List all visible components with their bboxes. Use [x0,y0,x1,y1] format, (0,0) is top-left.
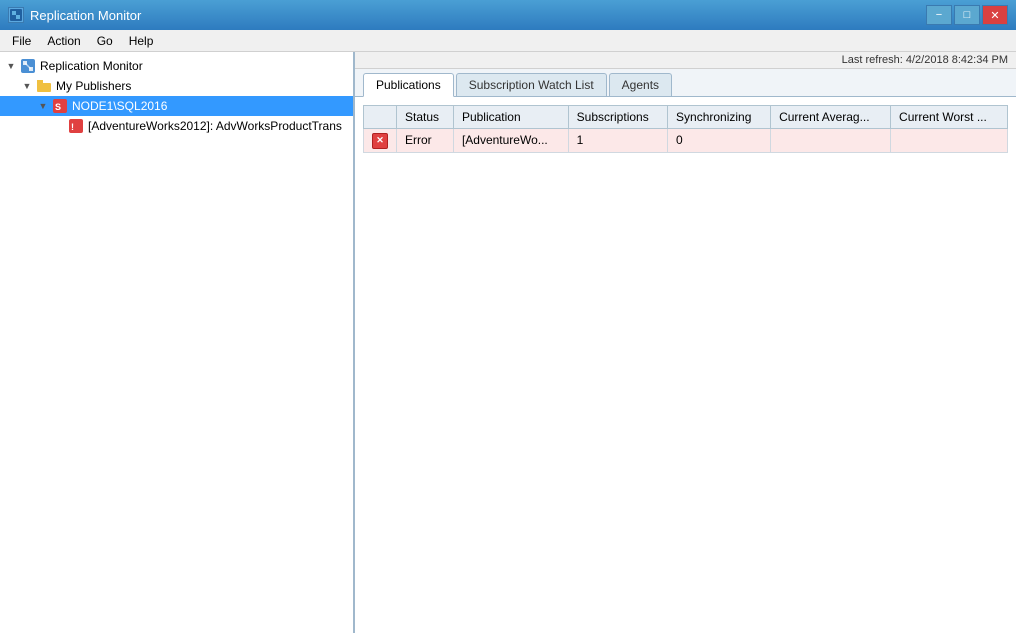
error-badge-icon: ✕ [372,133,388,149]
tree-node-publishers-label: My Publishers [56,79,131,93]
title-bar: Replication Monitor − □ ✕ [0,0,1016,30]
maximize-button[interactable]: □ [954,5,980,25]
expand-icon-publishers: ▼ [20,79,34,93]
col-header-current-average[interactable]: Current Averag... [771,106,891,129]
refresh-status: Last refresh: 4/2/2018 8:42:34 PM [355,52,1016,69]
close-button[interactable]: ✕ [982,5,1008,25]
minimize-button[interactable]: − [926,5,952,25]
publications-table-area: Status Publication Subscriptions Synchro… [355,97,1016,633]
row-publication: [AdventureWo... [453,129,568,153]
svg-text:!: ! [71,122,74,132]
tree-node-root[interactable]: ▼ Replication Monitor [0,56,353,76]
tabs-container: Publications Subscription Watch List Age… [355,69,1016,97]
menu-bar: File Action Go Help [0,30,1016,52]
svg-text:S: S [55,102,61,112]
col-header-status[interactable]: Status [397,106,454,129]
tree-node-server-label: NODE1\SQL2016 [72,99,167,113]
publications-table: Status Publication Subscriptions Synchro… [363,105,1008,153]
row-current-average [771,129,891,153]
expand-icon-root: ▼ [4,59,18,73]
tree-node-publication[interactable]: ! [AdventureWorks2012]: AdvWorksProductT… [0,116,353,136]
expand-icon-publication [52,119,66,133]
col-header-icon [364,106,397,129]
col-header-publication[interactable]: Publication [453,106,568,129]
col-header-current-worst[interactable]: Current Worst ... [891,106,1008,129]
tree-node-server[interactable]: ▼ S NODE1\SQL2016 [0,96,353,116]
menu-file[interactable]: File [4,32,39,50]
tab-publications[interactable]: Publications [363,73,454,97]
tree-node-publication-label: [AdventureWorks2012]: AdvWorksProductTra… [88,119,342,133]
publishers-icon [36,78,52,94]
col-header-subscriptions[interactable]: Subscriptions [568,106,667,129]
row-status: Error [397,129,454,153]
row-current-worst [891,129,1008,153]
main-container: ▼ Replication Monitor ▼ My Publisher [0,52,1016,633]
app-icon [8,7,24,23]
window-title: Replication Monitor [30,8,141,23]
tab-subscription-watch-list[interactable]: Subscription Watch List [456,73,607,96]
table-row[interactable]: ✕ Error [AdventureWo... 1 0 [364,129,1008,153]
expand-icon-server: ▼ [36,99,50,113]
menu-go[interactable]: Go [89,32,121,50]
tab-agents[interactable]: Agents [609,73,672,96]
publication-icon: ! [68,118,84,134]
menu-help[interactable]: Help [121,32,162,50]
row-synchronizing: 0 [668,129,771,153]
window-controls: − □ ✕ [926,5,1008,25]
col-header-synchronizing[interactable]: Synchronizing [668,106,771,129]
tree-node-root-label: Replication Monitor [40,59,143,73]
table-header-row: Status Publication Subscriptions Synchro… [364,106,1008,129]
row-subscriptions: 1 [568,129,667,153]
right-panel: Last refresh: 4/2/2018 8:42:34 PM Public… [355,52,1016,633]
tree-node-publishers[interactable]: ▼ My Publishers [0,76,353,96]
server-icon: S [52,98,68,114]
tree-panel: ▼ Replication Monitor ▼ My Publisher [0,52,355,633]
menu-action[interactable]: Action [39,32,88,50]
root-icon [20,58,36,74]
row-icon-cell: ✕ [364,129,397,153]
title-bar-left: Replication Monitor [8,7,141,23]
